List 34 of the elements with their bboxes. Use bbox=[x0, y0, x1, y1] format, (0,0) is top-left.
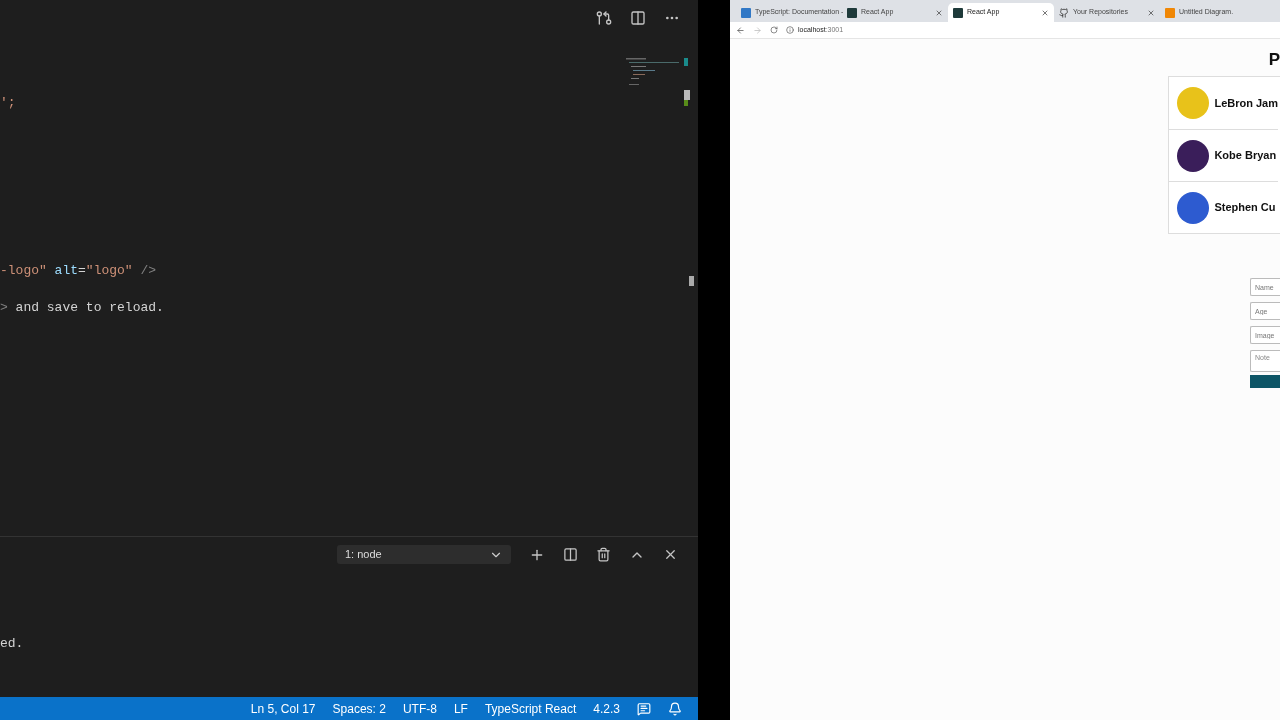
info-icon bbox=[786, 26, 794, 34]
status-bar-item[interactable]: TypeScript React bbox=[484, 699, 577, 718]
player-name: Stephen Cu bbox=[1214, 200, 1276, 216]
app-favicon-icon bbox=[953, 7, 963, 18]
status-bar-item[interactable]: Ln 5, Col 17 bbox=[250, 699, 316, 718]
player-name: Kobe Bryan bbox=[1214, 148, 1277, 164]
status-bar-item[interactable]: 4.2.3 bbox=[593, 699, 620, 718]
page-heading: P bbox=[1268, 51, 1280, 68]
status-bar-item[interactable]: UTF-8 bbox=[402, 699, 437, 718]
trash-icon[interactable] bbox=[596, 547, 611, 562]
status-bar-item[interactable]: LF bbox=[453, 699, 468, 718]
reload-icon[interactable] bbox=[770, 26, 778, 34]
compare-changes-icon[interactable] bbox=[596, 10, 612, 26]
split-editor-icon[interactable] bbox=[630, 10, 646, 26]
notifications-icon[interactable] bbox=[668, 701, 682, 716]
status-bar-item[interactable]: Spaces: 2 bbox=[332, 699, 386, 718]
code-line: -logo" alt="logo" /> bbox=[0, 262, 157, 280]
back-icon[interactable] bbox=[736, 25, 745, 35]
split-terminal-icon[interactable] bbox=[563, 547, 578, 562]
diagram-favicon-icon bbox=[1165, 7, 1175, 18]
scrollbar-thumb-icon bbox=[689, 276, 694, 286]
github-icon bbox=[1059, 7, 1069, 18]
app-favicon-icon bbox=[847, 7, 857, 18]
feedback-icon[interactable] bbox=[637, 701, 651, 716]
player-name: LeBron Jam bbox=[1214, 95, 1278, 111]
close-tab-icon[interactable] bbox=[1041, 8, 1049, 17]
ts-logo-icon bbox=[741, 7, 751, 18]
code-line: '; bbox=[0, 94, 16, 112]
close-tab-icon[interactable] bbox=[1147, 8, 1155, 17]
code-line: > and save to reload. bbox=[0, 299, 164, 317]
terminal-output-line: ed. bbox=[0, 635, 24, 653]
close-tab-icon[interactable] bbox=[935, 8, 943, 17]
close-icon[interactable] bbox=[663, 547, 678, 562]
terminal-selector[interactable]: 1: node bbox=[337, 545, 511, 564]
